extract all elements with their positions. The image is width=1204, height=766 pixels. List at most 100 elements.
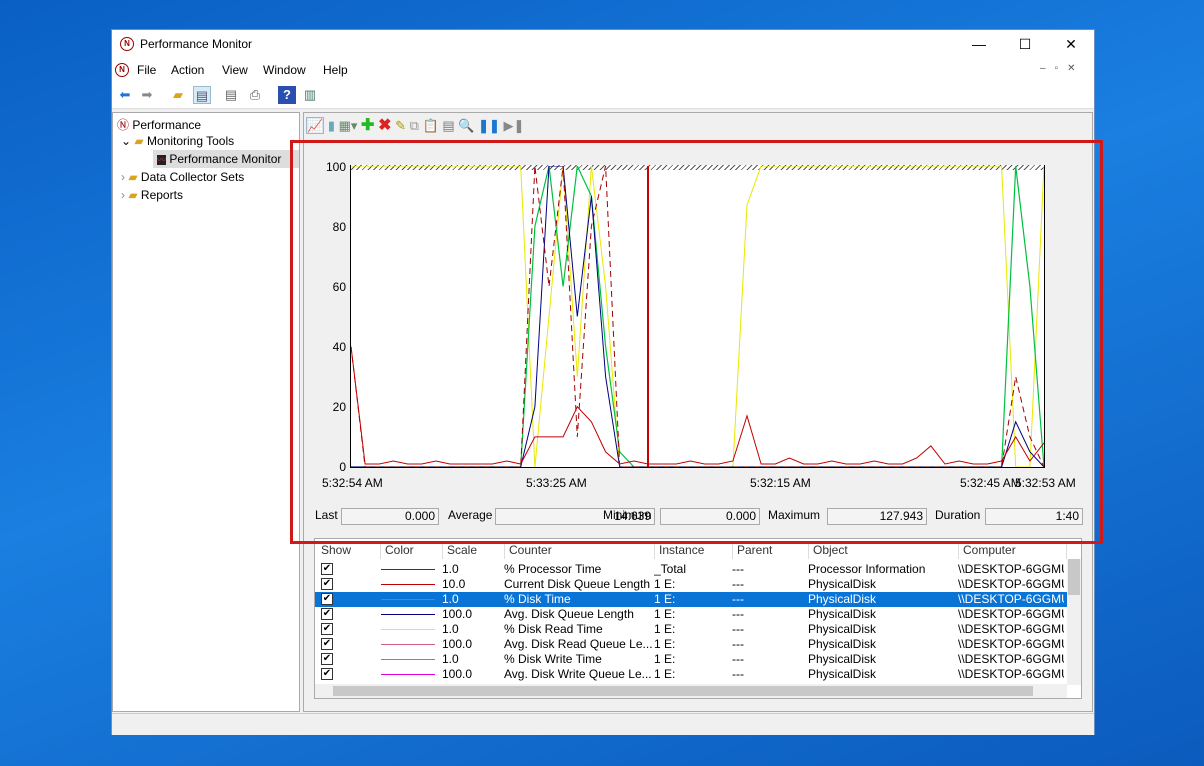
cell-scale: 100.0 [442,637,473,651]
cell-instance: 1 E: [654,607,676,621]
table-row[interactable]: ✔ 10.0 Current Disk Queue Length 1 E: --- Phy… [315,577,1067,592]
cell-scale: 1.0 [442,622,459,636]
view-histogram-icon[interactable]: ▮ [328,118,335,133]
show-checkbox[interactable]: ✔ [321,563,333,575]
tree-item-data-collector-sets[interactable]: › ▰ Data Collector Sets [121,170,244,184]
tree-item-reports[interactable]: › ▰ Reports [121,188,183,202]
highlight-icon[interactable]: ✎ [395,118,406,133]
table-row[interactable]: ✔ 1.0 % Disk Time 1 E: --- PhysicalDisk \\DESK… [315,592,1067,607]
menu-action[interactable]: Action [171,63,204,77]
cell-instance: 1 E: [654,652,676,666]
color-swatch [381,569,435,570]
cell-counter: Avg. Disk Write Queue Le... [504,667,652,681]
table-row[interactable]: ✔ 1.0 % Disk Read Time 1 E: --- PhysicalDisk \… [315,622,1067,637]
cell-counter: Avg. Disk Read Queue Le... [504,637,652,651]
color-swatch [381,674,435,675]
help-icon[interactable]: ? [278,86,296,104]
cell-object: PhysicalDisk [808,667,877,681]
table-row[interactable]: ✔ 100.0 Avg. Disk Read Queue Le... 1 E: --- P… [315,637,1067,652]
cell-counter: % Disk Write Time [504,652,602,666]
cell-instance: _Total [654,562,687,576]
show-hide-tree-icon[interactable]: ▤ [193,86,211,104]
show-action-pane-icon[interactable]: ▥ [301,86,319,104]
table-row[interactable]: ✔ 1.0 % Disk Write Time 1 E: --- PhysicalDisk… [315,652,1067,667]
cell-counter: % Processor Time [504,562,602,576]
scrollbar-thumb[interactable] [1068,559,1080,595]
cell-object: PhysicalDisk [808,607,877,621]
show-checkbox[interactable]: ✔ [321,608,333,620]
show-checkbox[interactable]: ✔ [321,623,333,635]
cell-scale: 1.0 [442,562,459,576]
cell-computer: \\DESKTOP-6GGMU [958,607,1064,621]
menu-help[interactable]: Help [323,63,348,77]
forward-icon[interactable]: ➡ [138,86,156,104]
properties-icon[interactable]: ▤ [222,86,240,104]
minimize-button[interactable]: — [956,30,1002,58]
tree-label: Reports [140,188,183,202]
cell-scale: 100.0 [442,607,473,621]
status-bar [112,713,1094,735]
tree-item-performance[interactable]: Ⓝ Performance [117,116,201,133]
cell-counter: Avg. Disk Queue Length [504,607,634,621]
update-data-icon[interactable]: ▶❚ [504,118,525,133]
freeze-display-icon[interactable]: ❚❚ [478,118,500,133]
graph-toolbar: 📈 ▮ ▦▾ ✚ ✖ ✎ ⧉ 📋 ▤ 🔍 ❚❚ ▶❚ [306,115,524,135]
scrollbar-thumb[interactable] [333,686,1033,696]
show-checkbox[interactable]: ✔ [321,593,333,605]
zoom-icon[interactable]: 🔍 [458,118,474,133]
back-icon[interactable]: ⬅ [116,86,134,104]
color-swatch [381,644,435,645]
cell-object: PhysicalDisk [808,622,877,636]
chevron-down-icon[interactable]: ⌄ [121,134,131,148]
paste-counter-list-icon[interactable]: 📋 [423,118,439,133]
navigation-tree: Ⓝ Performance ⌄ ▰ Monitoring Tools 〰 Per… [112,112,300,712]
cell-instance: 1 E: [654,622,676,636]
cell-parent: --- [732,622,744,636]
chevron-right-icon[interactable]: › [121,188,125,202]
maximize-button[interactable]: ☐ [1002,30,1048,58]
cell-computer: \\DESKTOP-6GGMU [958,577,1064,591]
mdi-controls[interactable]: –▫✕ [1040,63,1085,74]
perfmon-icon: Ⓝ [117,118,130,132]
cell-counter: % Disk Read Time [504,622,603,636]
tree-item-performance-monitor[interactable]: 〰 Performance Monitor [153,150,299,168]
cell-object: PhysicalDisk [808,652,877,666]
show-checkbox[interactable]: ✔ [321,578,333,590]
table-row[interactable]: ✔ 1.0 % Processor Time _Total --- Processor I… [315,562,1067,577]
menu-window[interactable]: Window [263,63,306,77]
title-bar: N Performance Monitor — ☐ ✕ [112,30,1094,58]
table-row[interactable]: ✔ 100.0 Avg. Disk Queue Length 1 E: --- Physi… [315,607,1067,622]
view-graph-icon[interactable]: 📈 [306,117,325,134]
close-button[interactable]: ✕ [1048,30,1094,58]
monitor-icon: 〰 [157,155,167,165]
show-checkbox[interactable]: ✔ [321,653,333,665]
color-swatch [381,659,435,660]
menu-view[interactable]: View [222,63,248,77]
chevron-right-icon[interactable]: › [121,170,125,184]
tree-label: Data Collector Sets [140,170,245,184]
tree-item-monitoring-tools[interactable]: ⌄ ▰ Monitoring Tools [121,134,234,148]
menu-file[interactable]: File [137,63,156,77]
show-checkbox[interactable]: ✔ [321,638,333,650]
cell-instance: 1 E: [654,592,676,606]
add-counter-icon[interactable]: ✚ [361,117,374,134]
properties-icon[interactable]: ▤ [442,118,454,133]
cell-parent: --- [732,592,744,606]
delete-counter-icon[interactable]: ✖ [378,117,391,134]
cell-instance: 1 E: [654,577,676,591]
copy-properties-icon[interactable]: ⧉ [410,118,419,133]
table-row[interactable]: ✔ 100.0 Avg. Disk Write Queue Le... 1 E: ---… [315,667,1067,682]
cell-counter: Current Disk Queue Length [504,577,651,591]
horizontal-scrollbar[interactable] [315,684,1067,698]
cell-object: PhysicalDisk [808,637,877,651]
cell-computer: \\DESKTOP-6GGMU [958,592,1064,606]
main-toolbar: ⬅ ➡ ▰ ▤ ▤ ⎙ ? ▥ [112,82,1094,109]
tree-label: Monitoring Tools [146,134,235,148]
cell-parent: --- [732,652,744,666]
print-icon[interactable]: ⎙ [246,86,264,104]
show-checkbox[interactable]: ✔ [321,668,333,680]
up-folder-icon[interactable]: ▰ [169,86,187,104]
change-graph-type-icon[interactable]: ▦▾ [339,118,358,133]
vertical-scrollbar[interactable] [1067,559,1081,685]
window-title: Performance Monitor [140,37,253,51]
